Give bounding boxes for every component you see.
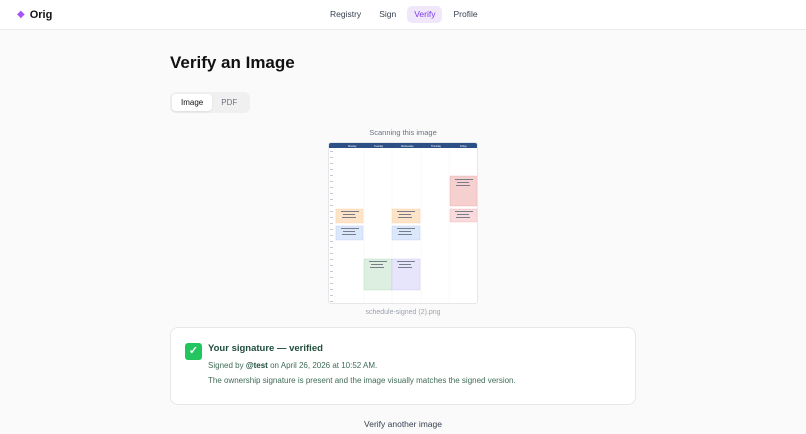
tab-pdf[interactable]: PDF xyxy=(212,94,246,111)
scanning-label: Scanning this image xyxy=(369,128,437,137)
diamond-logo-icon: ◆ xyxy=(17,9,25,20)
nav-item-registry[interactable]: Registry xyxy=(323,6,368,23)
verify-another-button[interactable]: Verify another image xyxy=(340,419,466,429)
schedule-events xyxy=(335,175,477,291)
nav-item-sign[interactable]: Sign xyxy=(372,6,403,23)
check-mark-icon: ✓ xyxy=(185,343,202,360)
nav-item-profile[interactable]: Profile xyxy=(446,6,484,23)
preview-filename: schedule-signed (2).png xyxy=(365,309,441,316)
page-title: Verify an Image xyxy=(170,53,295,72)
signed-by-line: Signed by @test on April 26, 2026 at 10:… xyxy=(208,361,377,370)
day-header-friday: Friday xyxy=(460,145,467,148)
signed-date: on April 26, 2026 at 10:52 AM. xyxy=(267,361,378,370)
top-nav-bar: ◆ Orig Registry Sign Verify Profile xyxy=(0,0,806,30)
day-header-thursday: Thursday xyxy=(431,145,442,148)
schedule-thumbnail: Monday Tuesday Wednesday Thursday Friday xyxy=(329,143,477,303)
event-block xyxy=(391,258,421,291)
result-message: The ownership signature is present and t… xyxy=(208,376,516,385)
main-nav: Registry Sign Verify Profile xyxy=(323,6,485,23)
brand-logo[interactable]: ◆ Orig xyxy=(17,8,52,22)
brand-name: Orig xyxy=(29,9,53,21)
event-block xyxy=(363,258,393,291)
signed-by-prefix: Signed by xyxy=(208,361,246,370)
image-preview: Monday Tuesday Wednesday Thursday Friday xyxy=(328,142,478,304)
event-block xyxy=(449,208,477,223)
file-type-toggle: Image PDF xyxy=(170,92,250,113)
day-header-tuesday: Tuesday xyxy=(374,145,384,148)
verification-result-card: ✓ Your signature — verified Signed by @t… xyxy=(170,327,636,405)
tab-image[interactable]: Image xyxy=(172,94,213,111)
signer-handle[interactable]: @test xyxy=(246,361,268,370)
nav-item-verify[interactable]: Verify xyxy=(407,6,443,23)
time-ticks xyxy=(330,151,333,302)
day-header-wednesday: Wednesday xyxy=(401,145,414,148)
event-block xyxy=(449,175,477,207)
result-title: Your signature — verified xyxy=(208,343,323,354)
day-header-monday: Monday xyxy=(348,145,357,148)
